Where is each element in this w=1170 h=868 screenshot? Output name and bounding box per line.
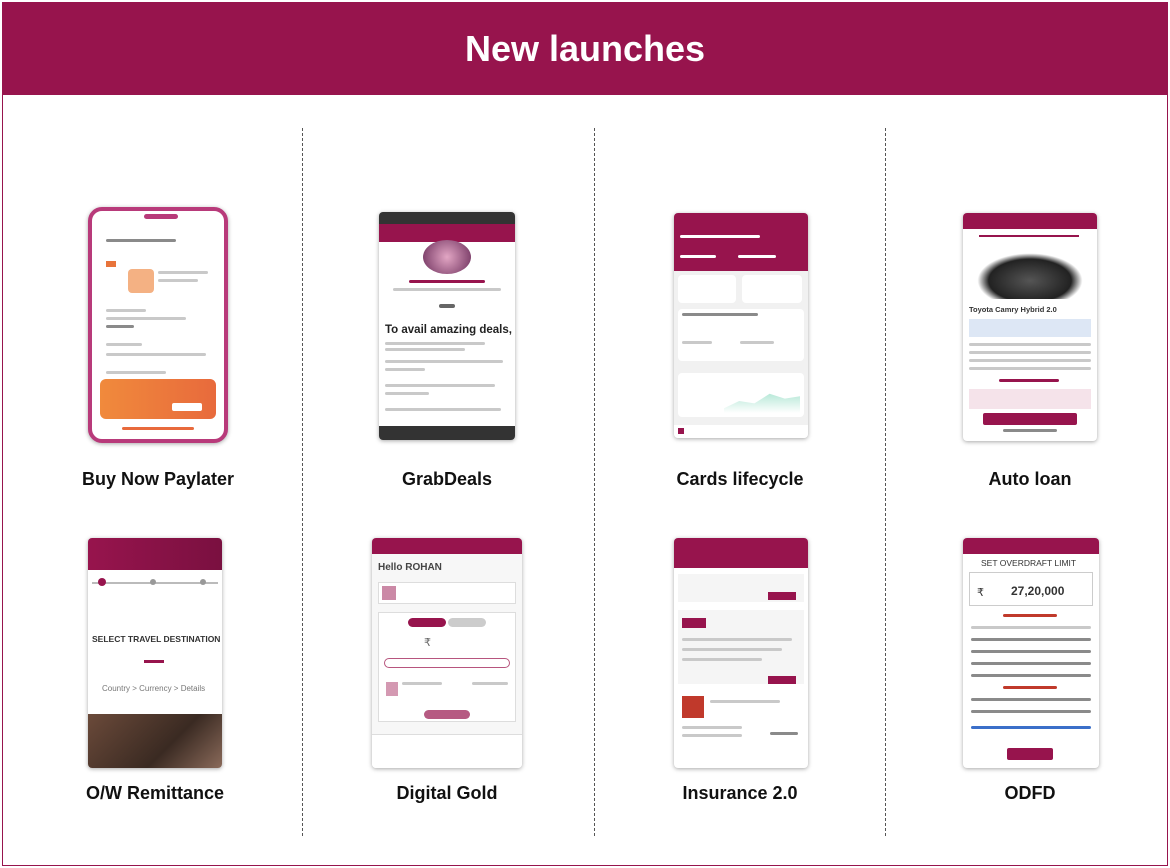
launch-label-cards-lifecycle: Cards lifecycle xyxy=(676,469,804,489)
odfd-title: SET OVERDRAFT LIMIT xyxy=(981,558,1077,568)
gold-greeting: Hello ROHAN xyxy=(378,562,442,573)
ow-remittance-screenshot: SELECT TRAVEL DESTINATION Country > Curr… xyxy=(88,538,222,768)
slide-title: New launches xyxy=(464,27,706,69)
launch-label-grabdeals: GrabDeals xyxy=(401,469,493,489)
remit-title: SELECT TRAVEL DESTINATION xyxy=(92,634,221,644)
cards-lifecycle-screenshot xyxy=(674,213,808,438)
auto-loan-car-name: Toyota Camry Hybrid 2.0 xyxy=(969,305,1057,314)
launch-label-insurance: Insurance 2.0 xyxy=(682,783,798,803)
odfd-rupee-symbol: ₹ xyxy=(977,587,984,599)
buy-now-paylater-screenshot xyxy=(88,207,228,443)
launch-label-auto-loan: Auto loan xyxy=(988,469,1072,489)
launch-label-buy-now-paylater: Buy Now Paylater xyxy=(81,469,235,489)
grabdeals-heading: To avail amazing deals, xyxy=(385,324,512,336)
odfd-amount: 27,20,000 xyxy=(1011,584,1065,598)
column-divider xyxy=(302,128,303,836)
column-divider xyxy=(594,128,595,836)
gold-rupee-symbol: ₹ xyxy=(424,637,431,649)
auto-loan-screenshot: Toyota Camry Hybrid 2.0 xyxy=(963,213,1097,441)
launch-label-ow-remittance: O/W Remittance xyxy=(85,783,225,803)
odfd-screenshot: SET OVERDRAFT LIMIT ₹ 27,20,000 xyxy=(963,538,1099,768)
remit-steps: Country > Currency > Details xyxy=(102,684,206,693)
slide-header: New launches xyxy=(2,2,1168,95)
insurance-screenshot xyxy=(674,538,808,768)
digital-gold-screenshot: Hello ROHAN ₹ xyxy=(372,538,522,768)
grabdeals-screenshot: To avail amazing deals, xyxy=(379,212,515,440)
column-divider xyxy=(885,128,886,836)
launch-label-odfd: ODFD xyxy=(1004,783,1056,803)
launch-label-digital-gold: Digital Gold xyxy=(396,783,498,803)
